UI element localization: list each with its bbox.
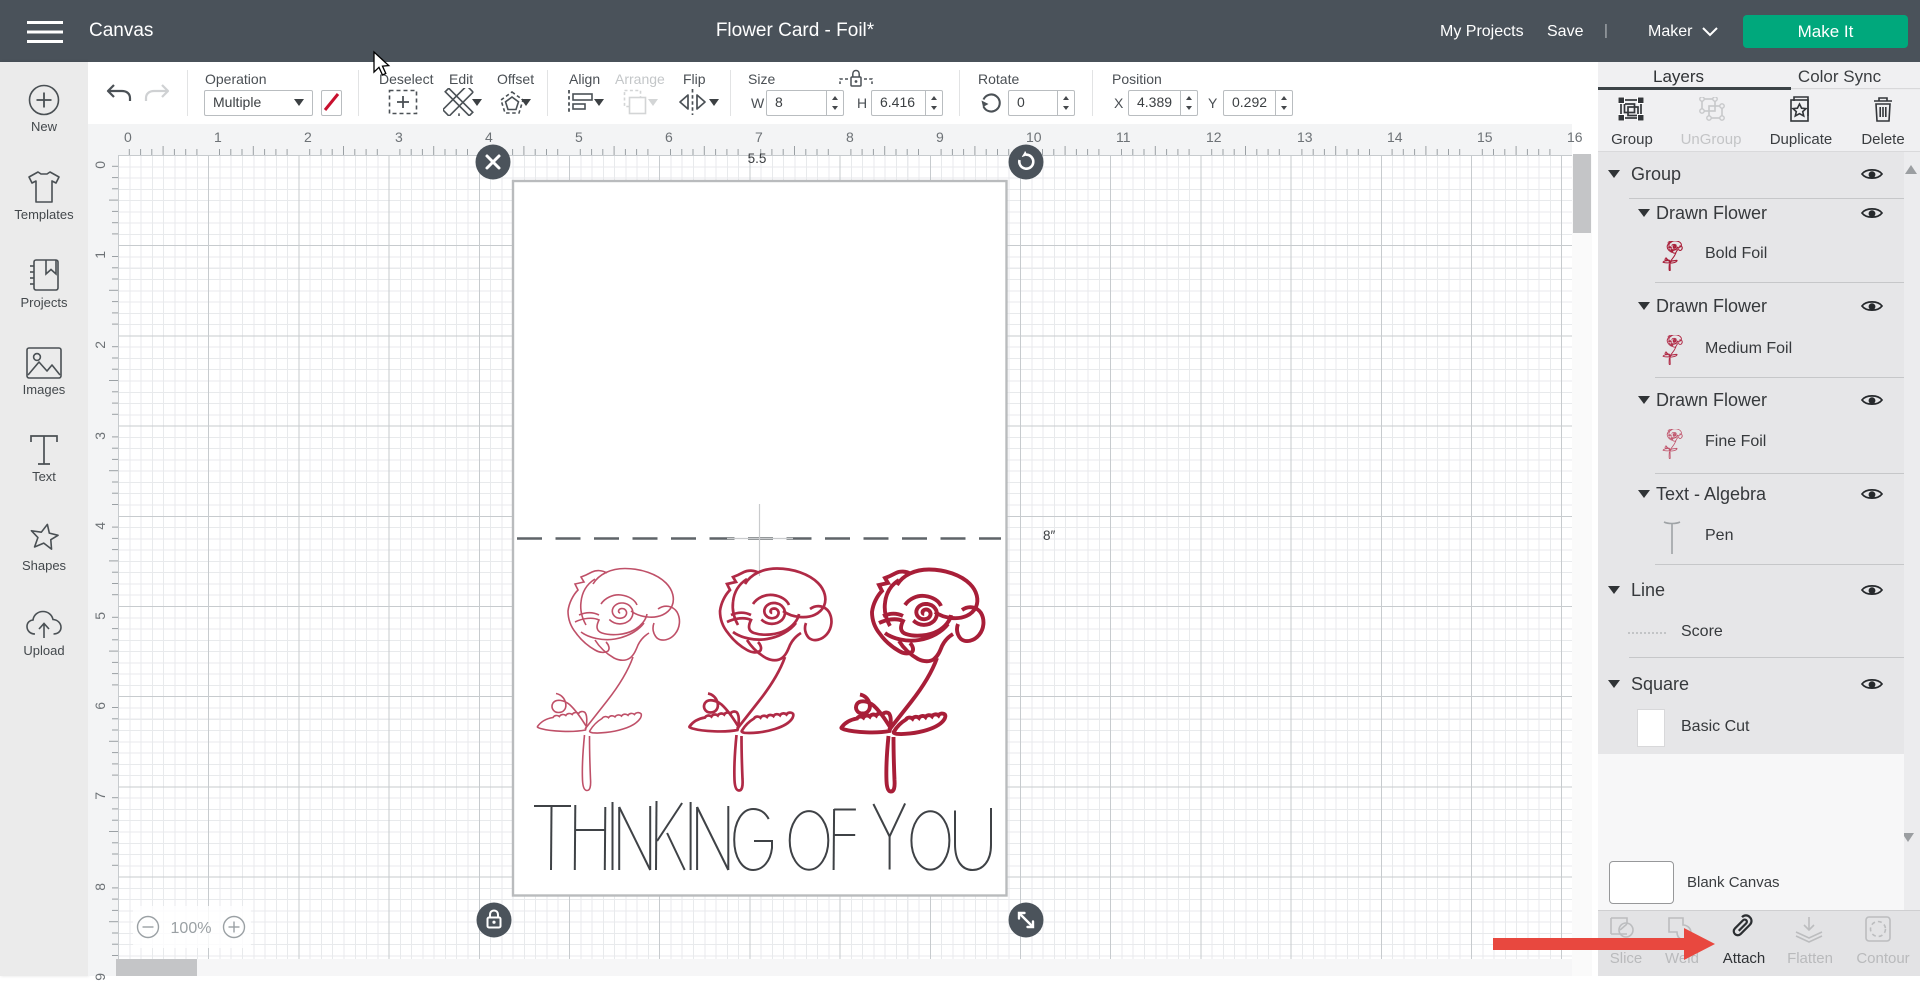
svg-text:8″: 8″	[1043, 528, 1056, 543]
svg-text:5.5: 5.5	[748, 151, 767, 166]
svg-text:100%: 100%	[171, 920, 212, 937]
